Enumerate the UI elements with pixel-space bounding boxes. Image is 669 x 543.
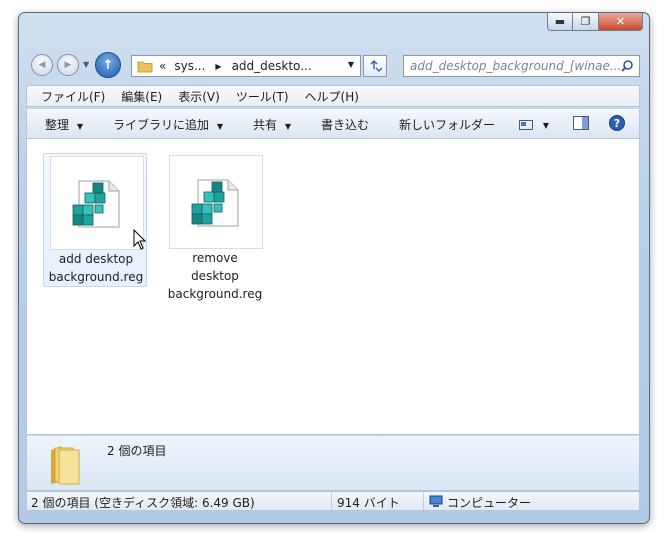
preview-pane-icon [573,116,589,130]
chevron-down-icon: ▼ [284,122,291,131]
address-dropdown-icon[interactable]: ▼ [348,60,354,69]
status-bar: 2 個の項目 (空きディスク領域: 6.49 GB) 914 バイト コンピュー… [26,491,640,511]
menu-bar: ファイル(F) 編集(E) 表示(V) ツール(T) ヘルプ(H) [26,85,640,107]
view-icon [519,119,533,130]
folder-large-icon [51,446,80,485]
recent-pages-dropdown-icon[interactable]: ▼ [83,60,89,69]
chevron-down-icon: ▼ [542,121,549,130]
file-item-remove-desktop-background[interactable]: remove desktop background.reg [163,153,267,301]
share-button[interactable]: 共有 ▼ [253,116,291,133]
navigation-bar: ◀ ▶ ▼ ↑ « sys... ▶ add_deskto... ▼ add_d… [27,52,641,79]
menu-file[interactable]: ファイル(F) [27,88,113,105]
close-button[interactable]: ✕ [599,13,643,31]
search-icon[interactable] [620,59,634,73]
refresh-icon [370,59,382,73]
maximize-button[interactable]: ❐ [573,13,599,31]
file-name: remove desktop background.reg [167,251,263,301]
include-library-button[interactable]: ライブラリに追加 ▼ [113,116,223,133]
menu-edit[interactable]: 編集(E) [113,88,170,105]
view-options-button[interactable]: ▼ [519,117,549,131]
menu-help[interactable]: ヘルプ(H) [297,88,367,105]
reg-file-thumbnail [50,156,144,250]
window-controls: ▬ ❐ ✕ [547,13,643,31]
folder-icon [137,61,153,73]
details-pane: 2 個の項目 [26,435,640,491]
back-arrow-icon: ◀ [38,60,46,70]
reg-file-thumbnail [169,155,263,249]
chevron-down-icon: ▼ [76,122,83,131]
preview-pane-button[interactable] [573,116,589,133]
help-button[interactable]: ? [609,115,625,134]
new-folder-button[interactable]: 新しいフォルダー [399,116,495,133]
status-items: 2 個の項目 (空きディスク領域: 6.49 GB) [31,496,255,510]
svg-text:?: ? [614,117,620,130]
up-button[interactable]: ↑ [95,52,121,78]
search-box[interactable]: add_desktop_background_[winae... [403,55,640,77]
chevron-down-icon: ▼ [216,122,223,131]
up-arrow-icon: ↑ [102,57,114,73]
breadcrumb-current[interactable]: add_deskto... [232,59,312,73]
help-icon: ? [609,115,625,131]
address-bar[interactable]: « sys... ▶ add_deskto... ▼ [131,55,361,77]
file-name: add desktop background.reg [48,252,144,284]
registry-file-icon [191,179,239,227]
status-divider [331,492,332,510]
command-bar: 整理 ▼ ライブラリに追加 ▼ 共有 ▼ 書き込む 新しいフォルダー ▼ ? [26,109,640,139]
forward-button[interactable]: ▶ [57,54,79,76]
breadcrumb-overflow[interactable]: « [159,59,166,73]
mouse-cursor-icon [133,229,147,250]
refresh-button[interactable] [363,55,387,77]
menu-tools[interactable]: ツール(T) [228,88,297,105]
forward-arrow-icon: ▶ [64,60,72,70]
organize-button[interactable]: 整理 ▼ [45,116,83,133]
breadcrumb-system[interactable]: sys... [174,59,205,73]
minimize-button[interactable]: ▬ [547,13,573,31]
file-item-add-desktop-background[interactable]: add desktop background.reg [43,153,147,287]
burn-button[interactable]: 書き込む [321,116,369,133]
breadcrumb-separator-icon[interactable]: ▶ [215,62,221,71]
menu-view[interactable]: 表示(V) [170,88,228,105]
status-divider [423,492,424,510]
computer-icon [429,495,443,507]
registry-file-icon [72,180,120,228]
file-list: add desktop background.reg remove deskto… [26,139,640,435]
status-size: 914 バイト [337,496,400,510]
back-button[interactable]: ◀ [31,54,53,76]
explorer-window: ▬ ❐ ✕ ◀ ▶ ▼ ↑ « sys... ▶ add_deskto... ▼… [18,12,650,524]
status-location: コンピューター [447,496,532,510]
search-input[interactable]: add_desktop_background_[winae... [404,59,620,73]
item-count: 2 個の項目 [107,444,167,458]
